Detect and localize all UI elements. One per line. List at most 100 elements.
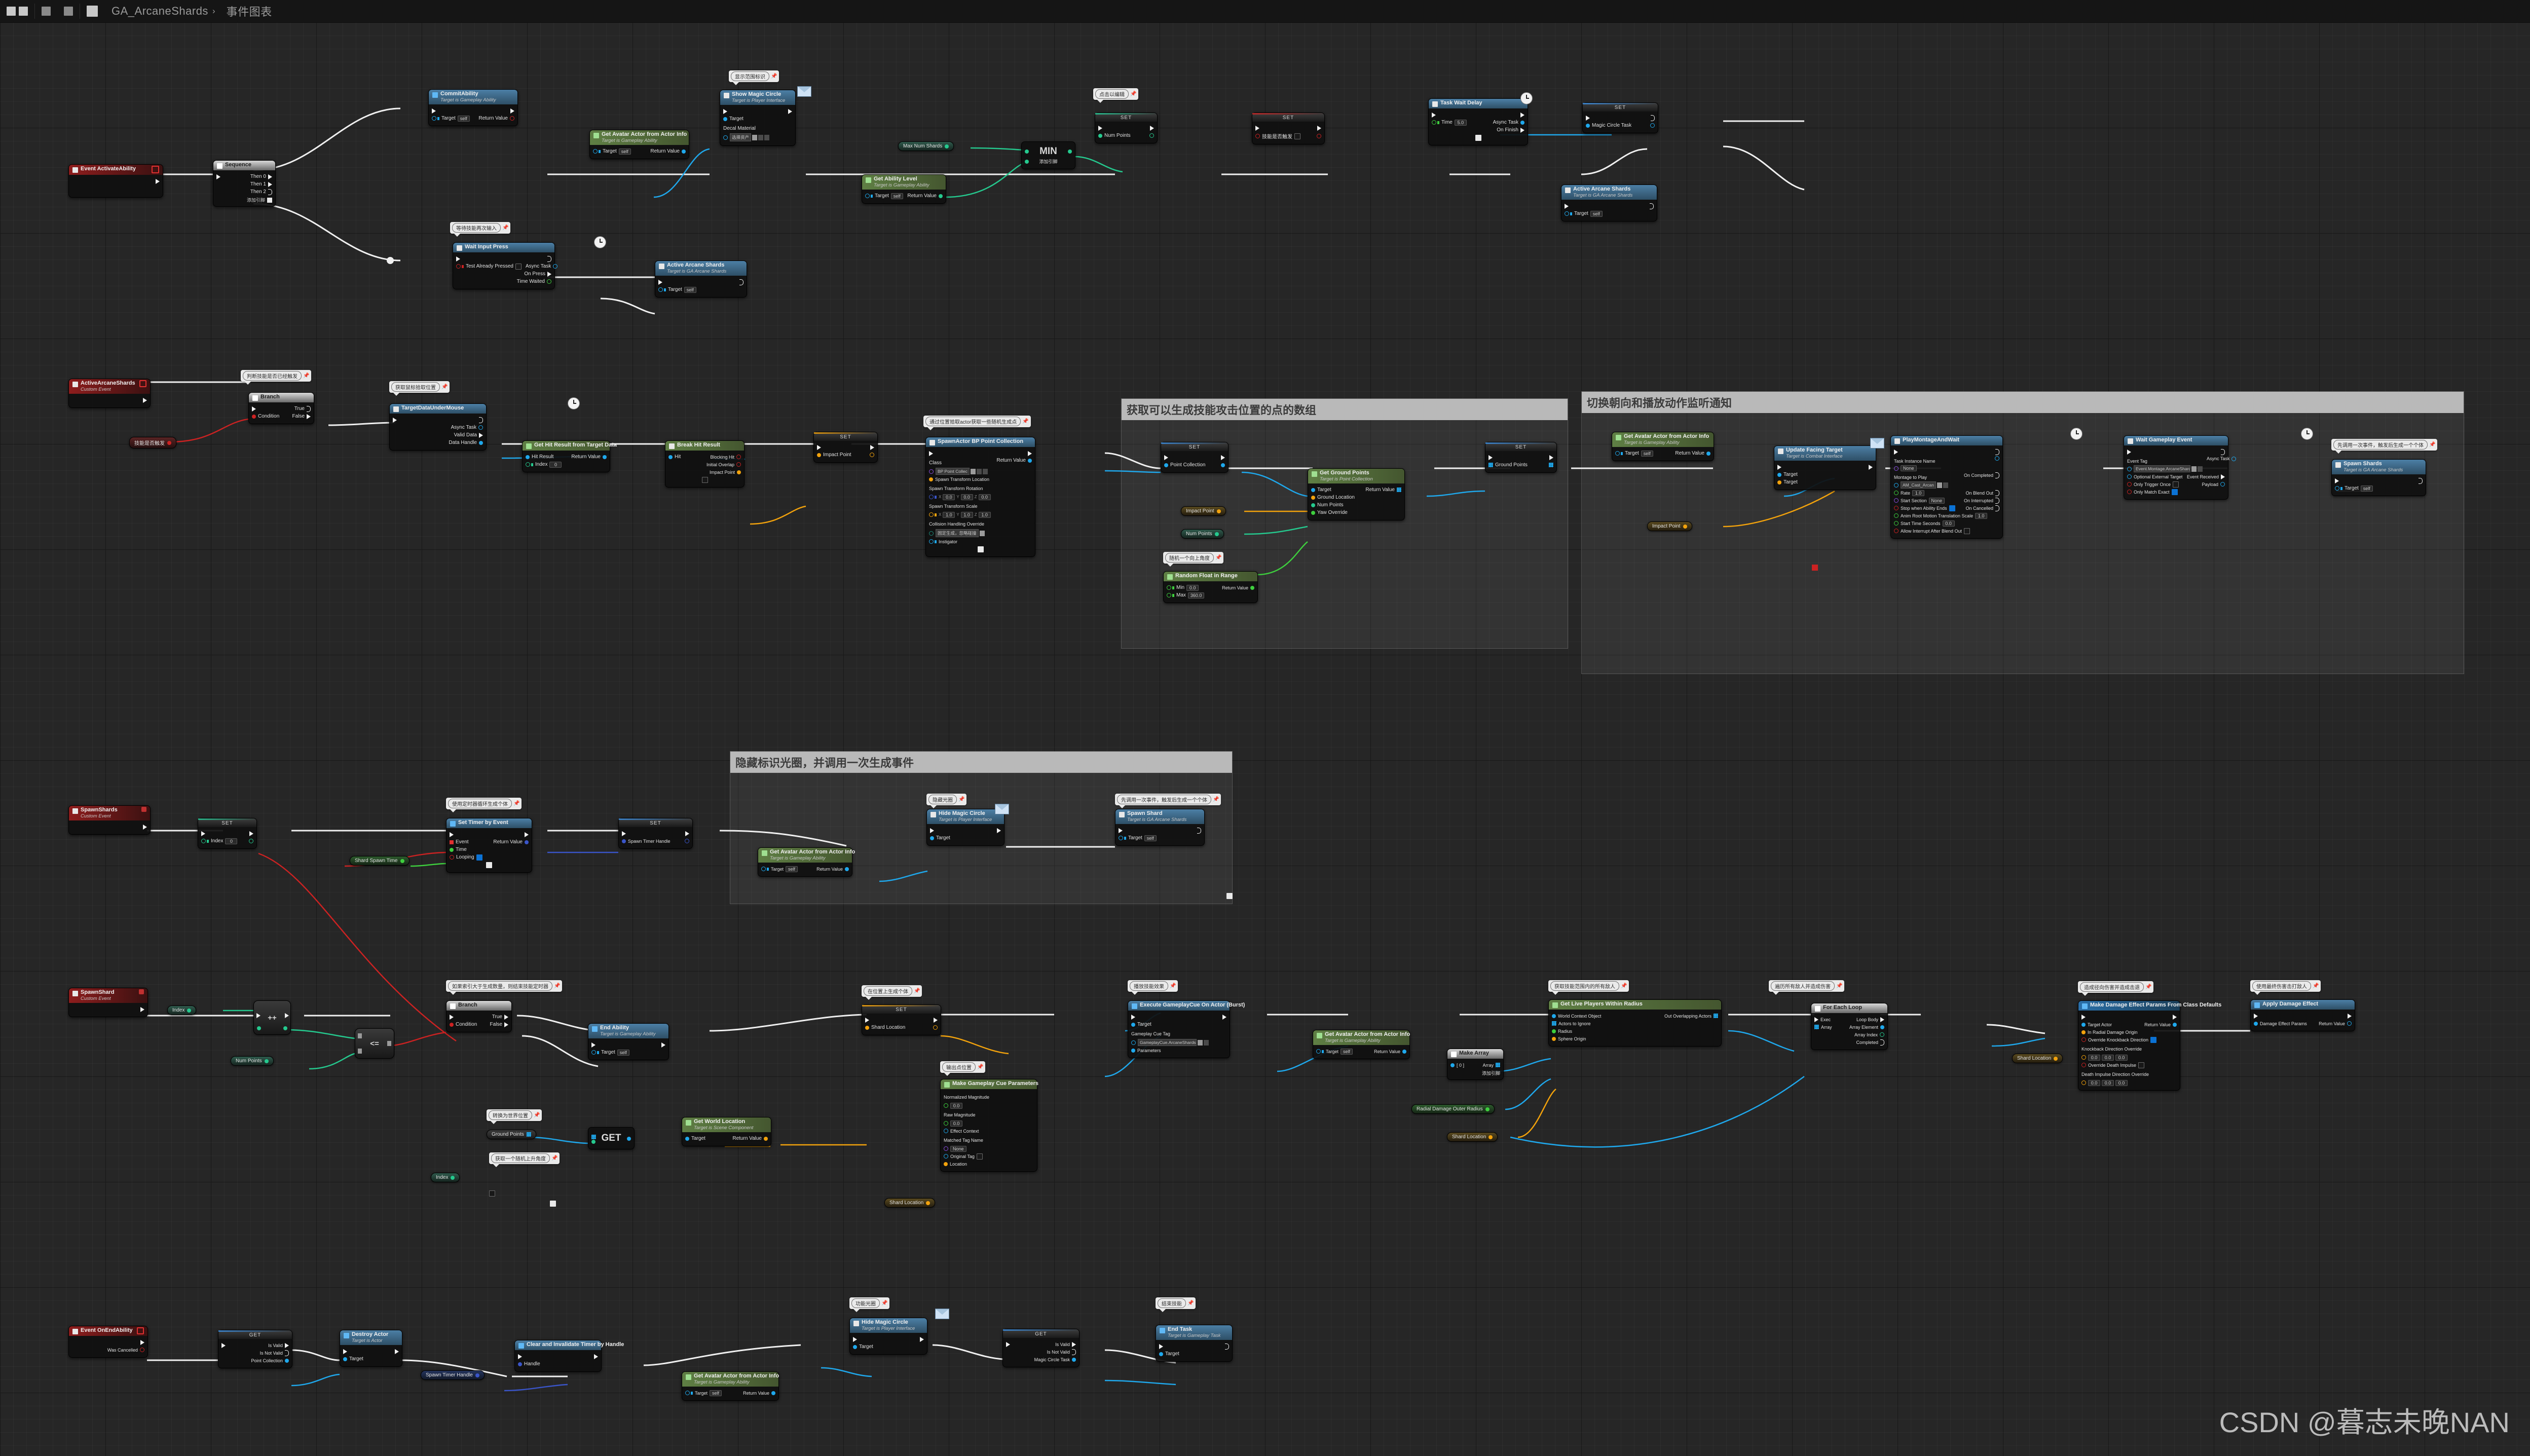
- exec-out-pin[interactable]: [739, 279, 743, 285]
- bubble-loop-enemies[interactable]: 遍历所有敌人并造成伤害 📌: [1769, 980, 1845, 995]
- var-skill-triggered[interactable]: 技能是否触发: [129, 437, 176, 449]
- exec-out-pin[interactable]: [788, 108, 792, 114]
- var-shard-spawn-time[interactable]: Shard Spawn Time: [350, 856, 410, 866]
- value-in-pin[interactable]: [622, 839, 626, 843]
- blueprint-graph-canvas[interactable]: 获取可以生成技能攻击位置的点的数组 切换朝向和播放动作监听通知 隐藏标识光圈，并…: [0, 22, 2530, 1456]
- index-in-pin[interactable]: [591, 1140, 596, 1144]
- chevron-down-icon[interactable]: [1198, 1039, 1203, 1046]
- decal-pin[interactable]: [723, 135, 728, 140]
- exec-out-pin[interactable]: [1995, 449, 1999, 455]
- var-ground-points[interactable]: Ground Points: [487, 1130, 536, 1139]
- return-pin[interactable]: [603, 455, 607, 459]
- output-pin[interactable]: [2054, 1056, 2058, 1061]
- test-pressed-pin[interactable]: [456, 264, 461, 269]
- exec-out-pin[interactable]: [594, 1354, 598, 1359]
- return-pin[interactable]: [845, 867, 849, 871]
- knockback-vector[interactable]: 0.0 0.0 0.0: [2088, 1054, 2128, 1061]
- value-out-pin[interactable]: [685, 839, 689, 843]
- return-pin[interactable]: [525, 840, 529, 844]
- bool-checkbox[interactable]: [515, 263, 522, 270]
- async-task-pin[interactable]: [553, 264, 558, 269]
- target-pin[interactable]: [343, 1357, 347, 1361]
- var-index-2[interactable]: Index: [431, 1173, 460, 1182]
- target-pin[interactable]: [761, 867, 766, 871]
- class-value[interactable]: BP Point Collec: [936, 468, 970, 475]
- array-index-pin[interactable]: [1880, 1032, 1884, 1037]
- target-pin[interactable]: [930, 836, 934, 840]
- exec-out-pin[interactable]: [661, 1042, 665, 1048]
- bubble-function-circle[interactable]: 功能光圈 📌: [849, 1297, 890, 1312]
- on-completed-pin[interactable]: [1995, 472, 1999, 478]
- node-set-point-collection[interactable]: SET Point Collection: [1161, 442, 1229, 473]
- exec-in-pin[interactable]: [2081, 1014, 2086, 1020]
- di-y[interactable]: 0.0: [2102, 1079, 2114, 1086]
- rotation-vector[interactable]: X 0.0 Y 0.0 Z 0.0: [939, 494, 991, 500]
- value-out-pin[interactable]: [1317, 134, 1321, 138]
- bubble-show-range[interactable]: 显示范围标识 📌: [729, 70, 779, 85]
- use-icon[interactable]: [758, 134, 764, 140]
- event-tag-pin[interactable]: [2127, 466, 2132, 471]
- is-not-valid-pin[interactable]: [1072, 1349, 1076, 1355]
- bubble-get-enemies[interactable]: 获取技能范围内的所有敌人 📌: [1548, 980, 1629, 995]
- node-event-active-arcane-shards[interactable]: ActiveArcaneShards Custom Event: [68, 379, 151, 408]
- exec-in-pin[interactable]: [221, 1342, 226, 1348]
- class-pin[interactable]: [929, 469, 934, 474]
- class-picker[interactable]: BP Point Collec: [936, 468, 988, 475]
- exec-in-pin[interactable]: [929, 451, 933, 456]
- exec-out-pin[interactable]: [156, 178, 160, 184]
- return-pin[interactable]: [1706, 451, 1710, 456]
- target-pin[interactable]: [865, 194, 870, 198]
- rate-pin[interactable]: [1894, 491, 1899, 495]
- node-branch-2[interactable]: Branch True Condition False: [446, 1000, 512, 1032]
- node-execute-gameplay-cue[interactable]: Execute GameplayCue On Actor (Burst) Tar…: [1128, 1000, 1245, 1058]
- var-shard-location-1[interactable]: Shard Location: [884, 1198, 936, 1208]
- pin-icon[interactable]: 📌: [1130, 92, 1136, 97]
- looping-pin[interactable]: [450, 855, 454, 860]
- array-element-pin[interactable]: [1880, 1025, 1884, 1029]
- exec-out-pin[interactable]: [934, 1017, 938, 1023]
- on-finish-pin[interactable]: [1520, 127, 1524, 133]
- data-handle-pin[interactable]: [479, 440, 483, 445]
- pin-icon[interactable]: 📌: [1213, 797, 1219, 802]
- value-in-pin[interactable]: [817, 453, 821, 457]
- array-toggle[interactable]: [550, 1201, 556, 1207]
- on-interrupted-pin[interactable]: [1995, 497, 1999, 504]
- index-value[interactable]: 0: [225, 838, 238, 844]
- exec-in-pin[interactable]: [216, 174, 220, 179]
- target-pin[interactable]: [853, 1345, 857, 1349]
- node-commit-ability[interactable]: CommitAbility Target is Gameplay Ability…: [428, 89, 518, 126]
- bubble-random-angle[interactable]: 随机一个向上角度 📌: [1163, 552, 1224, 567]
- exec-in-pin[interactable]: [1164, 455, 1168, 460]
- exec-out-pin[interactable]: [1197, 827, 1201, 834]
- on-cancelled-pin[interactable]: [1995, 505, 1999, 511]
- var-shard-location-3[interactable]: Shard Location: [2012, 1054, 2063, 1063]
- output-pin[interactable]: [526, 1132, 531, 1137]
- node-make-gameplay-cue-parameters[interactable]: Make Gameplay Cue Parameters Normalized …: [940, 1079, 1038, 1172]
- toolbar-group-nav[interactable]: [35, 0, 57, 22]
- node-task-wait-delay[interactable]: Task Wait Delay Time 5.0 Async Task On Fi…: [1428, 98, 1528, 145]
- node-get-avatar-actor-3[interactable]: Get Avatar Actor from Actor Info Target …: [758, 847, 855, 877]
- time-waited-pin[interactable]: [547, 279, 551, 284]
- output-pin[interactable]: [400, 858, 404, 863]
- exec-in-pin[interactable]: [658, 279, 662, 285]
- di-x[interactable]: 0.0: [2088, 1079, 2100, 1086]
- exec-out-then2[interactable]: [268, 189, 272, 195]
- pin-icon[interactable]: 📌: [881, 1301, 887, 1306]
- scale-pin[interactable]: [929, 512, 934, 517]
- montage-pin[interactable]: [1894, 482, 1899, 488]
- exec-out-pin[interactable]: [395, 1349, 399, 1354]
- world-context-pin[interactable]: [1552, 1014, 1556, 1018]
- kb-x[interactable]: 0.0: [2088, 1054, 2100, 1061]
- exec-out-pin[interactable]: [525, 832, 529, 837]
- target-value[interactable]: self: [710, 1390, 722, 1396]
- pin-icon[interactable]: 📌: [2145, 985, 2151, 990]
- browse-icon[interactable]: [1937, 482, 1942, 488]
- handle-pin[interactable]: [518, 1362, 522, 1366]
- node-target-data-under-mouse[interactable]: TargetDataUnderMouse Async Task Valid Da…: [389, 403, 487, 451]
- was-cancelled-pin[interactable]: [140, 1348, 144, 1352]
- condition-pin[interactable]: [450, 1022, 454, 1027]
- node-get-ground-points[interactable]: Get Ground Points Target is Point Collec…: [1308, 468, 1405, 520]
- bubble-index-check[interactable]: 如果索引大于生成数量，则结束技能定时器 📌: [446, 980, 563, 995]
- hit-result-pin[interactable]: [526, 455, 530, 459]
- exec-in-pin[interactable]: [2254, 1013, 2258, 1019]
